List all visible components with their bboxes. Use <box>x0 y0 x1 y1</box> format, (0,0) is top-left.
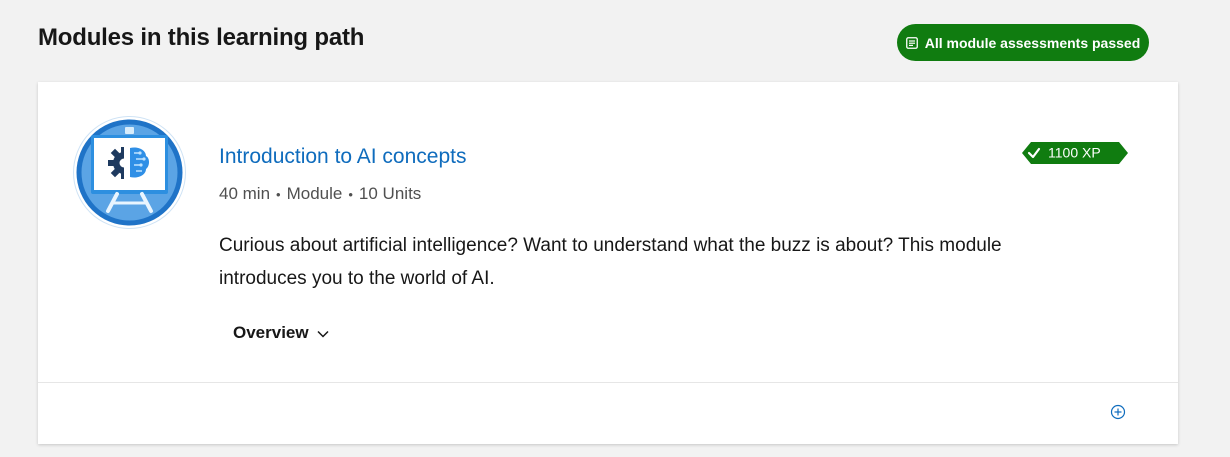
module-units: 10 Units <box>358 184 422 203</box>
meta-separator: • <box>348 186 353 202</box>
assessments-passed-badge: All module assessments passed <box>897 24 1149 61</box>
module-card: Introduction to AI concepts 40 min • Mod… <box>38 82 1178 444</box>
chevron-down-icon <box>317 323 329 343</box>
module-title-link[interactable]: Introduction to AI concepts <box>219 145 467 169</box>
overview-label: Overview <box>233 323 309 342</box>
ai-concepts-module-icon <box>72 115 187 230</box>
add-circle-icon[interactable] <box>1110 404 1126 420</box>
meta-separator: • <box>276 186 281 202</box>
module-description: Curious about artificial intelligence? W… <box>219 235 1002 289</box>
card-divider <box>38 382 1178 383</box>
section-title: Modules in this learning path <box>38 24 365 51</box>
xp-value: 1100 XP <box>1048 145 1101 161</box>
assessments-passed-label: All module assessments passed <box>924 34 1141 51</box>
module-meta: 40 min • Module • 10 Units <box>219 184 421 204</box>
module-duration: 40 min <box>219 184 271 203</box>
overview-toggle-button[interactable]: Overview <box>219 314 343 352</box>
module-type: Module <box>286 184 343 203</box>
assessment-icon <box>905 36 918 49</box>
xp-badge: 1100 XP <box>1022 142 1128 164</box>
